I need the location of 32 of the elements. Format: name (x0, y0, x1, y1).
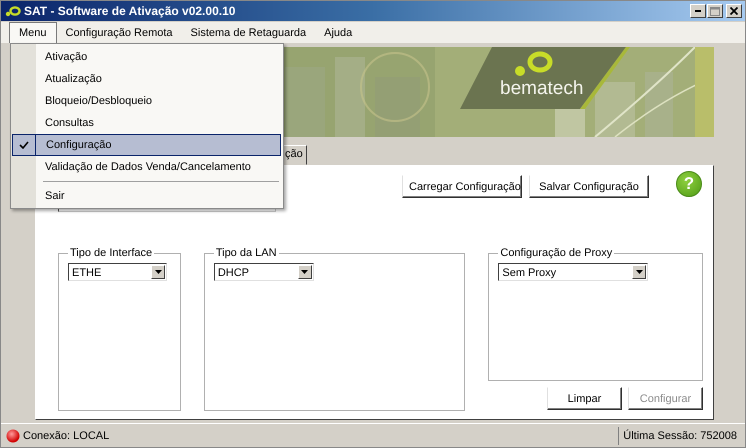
dropdown-option[interactable]: Consultas (12, 112, 281, 134)
maximize-button[interactable] (707, 4, 723, 18)
logo-text: bematech (500, 79, 584, 98)
menubar-entry[interactable]: Ajuda (315, 22, 362, 44)
group-title: Tipo de Interface (69, 247, 154, 260)
maximize-icon (710, 6, 720, 16)
connection-status: Conexão: LOCAL (23, 430, 110, 442)
dropdown-option[interactable]: Atualização (12, 68, 281, 90)
minimize-button[interactable] (690, 4, 706, 18)
menubar-entry[interactable]: Menu (9, 22, 57, 44)
close-button[interactable] (726, 4, 742, 18)
window-title: SAT - Software de Ativação v02.00.10 (24, 4, 236, 18)
dropdown[interactable]: DHCP (214, 263, 314, 282)
close-icon (730, 7, 738, 16)
last-session: Última Sessão: 752008 (618, 426, 745, 445)
dropdown-option[interactable]: Validação de Dados Venda/Cancelamento (12, 156, 281, 178)
dropdown-option[interactable]: Configuração (12, 134, 281, 156)
button[interactable]: Salvar Configuração (529, 175, 649, 198)
dropdown-option[interactable]: Sair (12, 185, 281, 207)
dropdown[interactable]: ETHE (68, 263, 167, 282)
button[interactable]: Carregar Configuração (402, 175, 522, 198)
dropdown[interactable]: Sem Proxy (498, 263, 648, 282)
menubar-entry[interactable]: Configuração Remota (56, 22, 182, 44)
group-title: Tipo da LAN (214, 247, 278, 260)
minimize-icon (695, 10, 701, 12)
group-title: Configuração de Proxy (499, 247, 614, 260)
app-logo-icon (5, 5, 21, 18)
dropdown-option[interactable]: Ativação (12, 46, 281, 68)
status-light-icon (6, 428, 20, 443)
button[interactable]: Limpar (546, 387, 622, 410)
menubar-entry[interactable]: Sistema de Retaguarda (182, 22, 316, 44)
dropdown-option[interactable]: Bloqueio/Desbloqueio (12, 90, 281, 112)
